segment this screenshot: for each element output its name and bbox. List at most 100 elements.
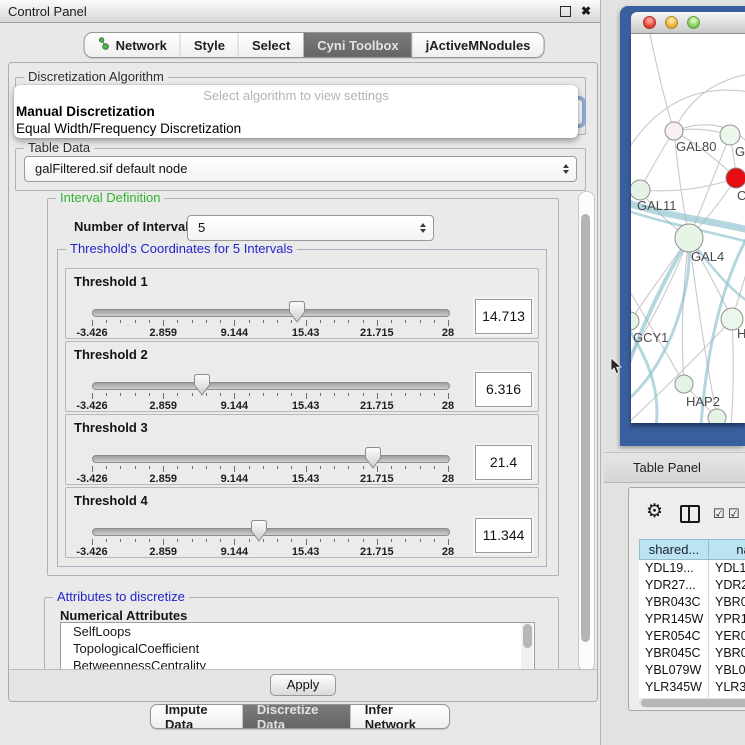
tab-jactivemnodules[interactable]: jActiveMNodules [412,33,544,57]
cell-name[interactable]: YDL1 [709,560,745,577]
network-node-ga[interactable] [720,125,740,145]
network-node-selected-red[interactable] [726,168,745,188]
table-panel-title: Table Panel [604,460,701,475]
cell-name[interactable]: YBR0 [709,645,745,662]
network-node-bottom[interactable] [708,409,726,423]
close-icon[interactable]: ✖ [581,6,591,16]
settings-scrollbar[interactable] [578,191,595,672]
tab-discretize-data[interactable]: Discretize Data [242,705,350,728]
table-row-7[interactable]: YLR345W YLR3 [639,679,745,696]
attribute-item-0[interactable]: SelfLoops [61,623,534,640]
table-horizontal-scrollbar[interactable] [639,698,745,708]
checkbox-icon[interactable]: ☑ [713,507,725,520]
dropdown-placeholder-option[interactable]: Select algorithm to view settings [14,85,578,103]
tab-label: Select [252,38,290,53]
threshold-0-panel: Threshold 1 -3.4262.8599.14415.4321.7152… [65,268,539,339]
cell-name[interactable]: YDR2 [709,577,745,594]
network-node-gal4[interactable] [675,224,703,252]
tick-label: -3.426 [76,327,107,339]
threshold-2-slider-track[interactable] [92,455,450,463]
cell-name[interactable]: YER0 [709,628,745,645]
scrollbar-thumb[interactable] [523,624,532,648]
network-node-gal80[interactable] [665,122,683,140]
cell-shared-name[interactable]: YBL079W [639,662,709,679]
table-row-2[interactable]: YBR043C YBR0 [639,594,745,611]
tab-infer-network[interactable]: Infer Network [350,705,449,728]
numerical-attributes-list: SelfLoops TopologicalCoefficient Between… [60,622,535,670]
threshold-0-slider-track[interactable] [92,309,450,317]
cell-shared-name[interactable]: YDL19... [639,560,709,577]
tick-label: 9.144 [221,546,249,558]
network-node-hap2[interactable] [675,375,693,393]
cell-shared-name[interactable]: YER054C [639,628,709,645]
cell-shared-name[interactable]: YBR043C [639,594,709,611]
cell-shared-name[interactable]: YLR345W [639,679,709,696]
threshold-2-slider-thumb[interactable] [365,447,381,469]
apply-button[interactable]: Apply [270,674,336,696]
threshold-1-slider-thumb[interactable] [194,374,210,396]
tab-network[interactable]: Network [85,33,180,57]
cell-shared-name[interactable]: YPR145W [639,611,709,628]
network-node-gal11[interactable] [631,180,650,200]
tab-label: Cyni Toolbox [317,38,398,53]
cell-name[interactable]: YPR1 [709,611,745,628]
tick-label: 28 [442,546,454,558]
combo-stepper-icon[interactable] [420,223,426,233]
cell-shared-name[interactable]: YBR045C [639,645,709,662]
float-window-icon[interactable] [560,6,571,17]
threshold-3-value-input[interactable]: 11.344 [475,518,532,553]
minimize-traffic-light-icon[interactable] [665,16,678,29]
table-body: YDL19... YDL1 YDR27... YDR2 YBR043C YBR0 [639,560,745,698]
table-toolbar: ⚙ ☑ ☑ [629,488,745,538]
tab-cyni-toolbox[interactable]: Cyni Toolbox [303,33,411,57]
table-row-0[interactable]: YDL19... YDL1 [639,560,745,577]
tab-impute-data[interactable]: Impute Data [151,705,242,728]
top-tab-bar: Network Style Select Cyni Toolbox jActiv… [84,32,545,58]
split-column-icon[interactable] [680,505,700,523]
number-of-intervals-combobox[interactable]: 5 [187,215,434,241]
table-header-row: shared... na [639,539,745,560]
tick-label: 21.715 [360,546,394,558]
threshold-0-value-input[interactable]: 14.713 [475,299,532,334]
node-label: GAL4 [691,249,724,264]
tab-label: Discretize Data [257,704,336,729]
close-traffic-light-icon[interactable] [643,16,656,29]
scrollbar-thumb[interactable] [581,214,590,642]
table-row-6[interactable]: YBL079W YBL0 [639,662,745,679]
threshold-1-slider-track[interactable] [92,382,450,390]
combo-stepper-icon[interactable] [563,164,569,174]
gear-icon[interactable]: ⚙ [646,500,663,523]
tab-select[interactable]: Select [238,33,303,57]
threshold-3-slider-thumb[interactable] [251,520,267,542]
zoom-traffic-light-icon[interactable] [687,16,700,29]
scrollbar-thumb[interactable] [641,699,745,707]
cell-name[interactable]: YBL0 [709,662,745,679]
attributes-list-scrollbar[interactable] [521,623,533,670]
cell-name[interactable]: YBR0 [709,594,745,611]
checkbox-icon[interactable]: ☑ [728,507,740,520]
network-canvas[interactable]: GAL80 GA C GAL11 GAL4 GCY1 H HAP2 [631,34,745,423]
node-table: shared... na YDL19... YDL1 YDR27... YDR2 [639,539,745,698]
cell-name[interactable]: YLR3 [709,679,745,696]
table-row-5[interactable]: YBR045C YBR0 [639,645,745,662]
threshold-2-value-input[interactable]: 21.4 [475,445,532,480]
cell-shared-name[interactable]: YDR27... [639,577,709,594]
threshold-1-value-input[interactable]: 6.316 [475,372,532,407]
attribute-item-1[interactable]: TopologicalCoefficient [61,640,534,657]
table-data-combobox[interactable]: galFiltered.sif default node [24,156,577,182]
combo-value: galFiltered.sif default node [35,157,187,180]
group-title: Attributes to discretize [53,590,189,604]
column-header-name[interactable]: na [709,539,745,560]
threshold-3-slider-track[interactable] [92,528,450,536]
table-row-1[interactable]: YDR27... YDR2 [639,577,745,594]
network-node-gcy1[interactable] [631,312,639,330]
tab-style[interactable]: Style [180,33,238,57]
slider-tick-labels: -3.4262.8599.14415.4321.71528 [92,473,448,485]
column-header-shared-name[interactable]: shared... [639,539,709,560]
table-row-3[interactable]: YPR145W YPR1 [639,611,745,628]
table-row-4[interactable]: YER054C YER0 [639,628,745,645]
dropdown-option-manual-discretization[interactable]: Manual Discretization [14,103,578,120]
dropdown-option-equal-width-frequency[interactable]: Equal Width/Frequency Discretization [14,120,578,137]
threshold-0-slider-thumb[interactable] [289,301,305,323]
tick-label: 9.144 [221,473,249,485]
